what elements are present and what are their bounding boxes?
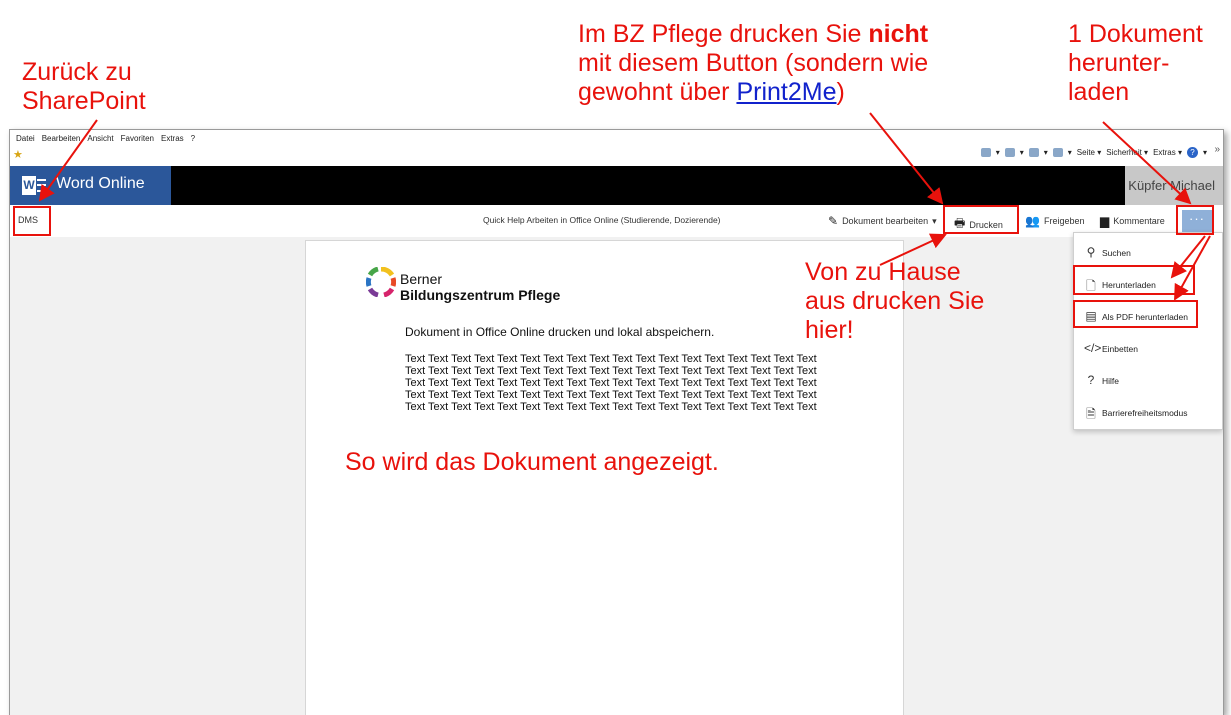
mail-icon[interactable] <box>1028 148 1039 157</box>
help-icon[interactable]: ? <box>1186 147 1198 158</box>
chevron-right-icon[interactable]: » <box>1214 144 1220 155</box>
ie-menu-bar: Datei Bearbeiten Ansicht Favoriten Extra… <box>10 130 1223 166</box>
app-name: Word Online <box>56 175 145 192</box>
word-logo-icon: W <box>22 176 46 195</box>
seite-menu[interactable]: Seite ▾ <box>1077 148 1101 157</box>
menu-help[interactable]: ? <box>191 134 195 143</box>
menu-datei[interactable]: Datei <box>16 134 35 143</box>
home-icon[interactable] <box>980 148 991 157</box>
highlight-herunterladen <box>1073 265 1195 295</box>
document-intro: Dokument in Office Online drucken und lo… <box>405 325 715 339</box>
search-icon: ⚲ <box>1086 245 1096 259</box>
accessibility-icon: 🗎 <box>1086 407 1096 421</box>
annotation-back-to-sharepoint: Zurück zu SharePoint <box>22 58 146 115</box>
menu-favoriten[interactable]: Favoriten <box>121 134 154 143</box>
comments-button[interactable]: ▆ Kommentare <box>1100 214 1165 228</box>
menu-item-einbetten[interactable]: </> Einbetten <box>1074 333 1222 365</box>
sicherheit-menu[interactable]: Sicherheit ▾ <box>1106 148 1148 157</box>
app-launcher[interactable]: W Word Online <box>10 166 171 205</box>
highlight-pdf <box>1073 300 1198 328</box>
ie-command-bar: ▾ ▾ ▾ ▾ Seite ▾ Sicherheit ▾ Extras ▾ ? ▾ <box>980 147 1207 158</box>
menu-extras[interactable]: Extras <box>161 134 184 143</box>
embed-icon: </> <box>1084 341 1102 355</box>
organization-name: Berner Bildungszentrum Pflege <box>400 271 561 303</box>
menu-ansicht[interactable]: Ansicht <box>87 134 113 143</box>
document-body-text: Text Text Text Text Text Text Text Text … <box>405 353 817 413</box>
suite-bar: W Word Online Küpfer Michael <box>10 166 1223 205</box>
share-button[interactable]: 👥 Freigeben <box>1025 214 1084 228</box>
menu-bearbeiten[interactable]: Bearbeiten <box>42 134 81 143</box>
browser-screenshot: Datei Bearbeiten Ansicht Favoriten Extra… <box>9 129 1224 715</box>
favorites-star-icon[interactable]: ★ <box>13 148 23 161</box>
organization-logo-icon <box>366 267 396 297</box>
feeds-icon[interactable] <box>1004 148 1015 157</box>
menu-item-hilfe[interactable]: ? Hilfe <box>1074 365 1222 397</box>
annotation-display: So wird das Dokument angezeigt. <box>345 448 719 476</box>
print2me-link[interactable]: Print2Me <box>736 78 836 106</box>
annotation-download-note: 1 Dokument herunter- laden <box>1068 20 1203 106</box>
print-icon[interactable] <box>1052 148 1063 157</box>
highlight-print-button <box>943 205 1019 234</box>
annotation-home-print: Von zu Hause aus drucken Sie hier! <box>805 258 985 344</box>
menu-item-barrierefreiheitsmodus[interactable]: 🗎 Barrierefreiheitsmodus <box>1074 397 1222 429</box>
user-name[interactable]: Küpfer Michael <box>1125 166 1223 205</box>
more-options-menu: ⚲ Suchen 🗋 Herunterladen ▤ Als PDF herunter… <box>1073 232 1223 430</box>
help-icon: ? <box>1087 373 1095 387</box>
annotation-print-note: Im BZ Pflege drucken Sie nicht mit diese… <box>578 20 929 106</box>
document-title: Quick Help Arbeiten in Office Online (St… <box>483 215 721 225</box>
share-people-icon: 👥 <box>1025 214 1040 228</box>
pencil-icon: ✎ <box>828 214 839 228</box>
edit-document-button[interactable]: ✎ Dokument bearbeiten ▾ <box>828 214 937 228</box>
comment-icon: ▆ <box>1100 214 1110 228</box>
ie-menu: Datei Bearbeiten Ansicht Favoriten Extra… <box>16 134 195 143</box>
extras-menu[interactable]: Extras ▾ <box>1153 148 1182 157</box>
document-toolbar: DMS Quick Help Arbeiten in Office Online… <box>10 205 1223 237</box>
highlight-dms <box>13 206 51 236</box>
highlight-more-button <box>1176 205 1214 235</box>
